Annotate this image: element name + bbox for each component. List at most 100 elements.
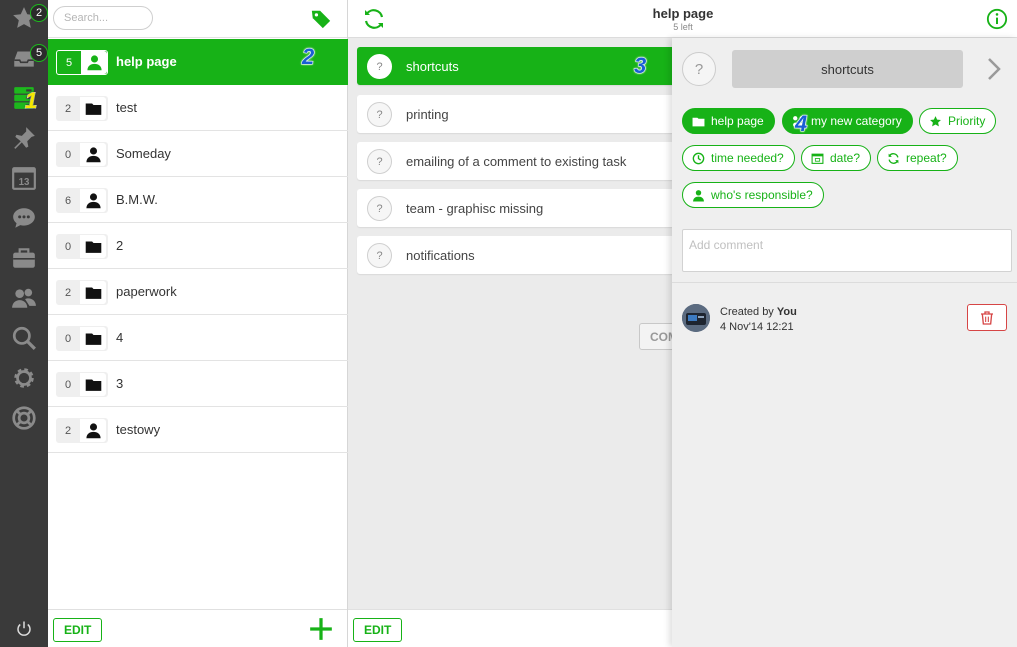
project-count: 2 [56, 418, 108, 443]
priority-chip[interactable]: Priority [919, 108, 997, 134]
briefcase-icon[interactable] [8, 242, 40, 274]
calendar-icon [811, 153, 824, 164]
date-chip[interactable]: date? [801, 145, 872, 171]
task-status-icon[interactable]: ? [367, 54, 392, 79]
project-item-test[interactable]: 2 test [48, 85, 348, 131]
chat-icon[interactable] [8, 202, 40, 234]
project-chip[interactable]: help page [682, 108, 775, 134]
task-item-shortcuts[interactable]: ? shortcuts [357, 47, 677, 85]
task-item-team-graphisc[interactable]: ? team - graphisc missing [357, 189, 677, 227]
task-item-printing[interactable]: ? printing [357, 95, 677, 133]
project-count: 0 [56, 372, 108, 397]
callout-3: 3 [633, 53, 647, 78]
task-status-icon[interactable]: ? [367, 243, 392, 268]
project-name: testowy [116, 422, 161, 437]
project-name: 3 [116, 376, 124, 391]
project-item-3[interactable]: 0 3 [48, 361, 348, 407]
callout-2: 2 [301, 44, 315, 69]
pin-icon[interactable] [8, 122, 40, 154]
folder-icon [80, 97, 106, 120]
task-status-icon[interactable]: ? [682, 52, 716, 86]
nav-rail: 2 5 1 13 [0, 0, 48, 647]
inbox-icon[interactable]: 5 [8, 42, 48, 74]
starred-icon[interactable]: 2 [8, 2, 48, 34]
projects-header [48, 0, 347, 38]
task-name: notifications [406, 247, 475, 263]
project-count: 2 [56, 96, 108, 121]
project-name: Someday [116, 146, 171, 161]
star-icon [930, 115, 941, 126]
task-name: shortcuts [406, 58, 459, 74]
callout-1: 1 [24, 88, 38, 113]
clock-icon [692, 152, 705, 164]
folder-icon [80, 281, 106, 304]
project-name: 2 [116, 238, 124, 253]
project-count: 6 [56, 188, 108, 213]
project-item-4[interactable]: 0 4 [48, 315, 348, 361]
refresh-icon[interactable] [362, 7, 386, 31]
project-count: 0 [56, 326, 108, 351]
gear-icon[interactable] [8, 362, 40, 394]
person-icon [80, 189, 106, 212]
search-icon[interactable] [8, 322, 40, 354]
task-status-icon[interactable]: ? [367, 149, 392, 174]
tasks-left-count: 5 left [673, 22, 693, 32]
created-date: 4 Nov'14 12:21 [720, 321, 794, 333]
page-title: help page [652, 6, 714, 21]
project-name: test [116, 100, 137, 115]
task-item-notifications[interactable]: ? notifications [357, 236, 677, 274]
responsible-chip[interactable]: who's responsible? [682, 182, 824, 208]
repeat-chip[interactable]: repeat? [877, 145, 958, 171]
calendar-day: 13 [19, 177, 30, 188]
folder-icon [80, 327, 106, 350]
projects-footer: EDIT [48, 609, 347, 647]
project-name: help page [116, 54, 177, 69]
project-item-testowy[interactable]: 2 testowy [48, 407, 348, 453]
project-count: 0 [56, 234, 108, 259]
folder-icon [80, 373, 106, 396]
users-icon[interactable] [8, 282, 40, 314]
person-icon [693, 189, 704, 201]
created-info: Created by You 4 Nov'14 12:21 [720, 306, 797, 333]
task-detail-panel: ? shortcuts help page my new category 4 … [672, 38, 1017, 647]
starred-badge: 2 [30, 4, 48, 22]
project-name: 4 [116, 330, 124, 345]
chevron-right-icon[interactable] [984, 56, 1004, 82]
projects-panel: 5 help page 2 2 test 0 Someday 6 B.M.W. … [48, 0, 348, 647]
projects-edit-button[interactable]: EDIT [53, 618, 103, 642]
help-lifebuoy-icon[interactable] [8, 402, 40, 434]
project-item-someday[interactable]: 0 Someday [48, 131, 348, 177]
task-status-icon[interactable]: ? [367, 196, 392, 221]
info-icon[interactable] [986, 8, 1008, 30]
search-input[interactable] [53, 6, 153, 30]
task-name: team - graphisc missing [406, 200, 544, 216]
calendar-icon[interactable]: 13 [8, 162, 40, 194]
page-title-block: help page 5 left [598, 6, 768, 32]
tag-icon[interactable] [310, 8, 332, 30]
project-count: 2 [56, 280, 108, 305]
project-item-2[interactable]: 0 2 [48, 223, 348, 269]
comment-input[interactable] [682, 229, 1012, 272]
project-count: 0 [56, 142, 108, 167]
project-name: B.M.W. [116, 192, 158, 207]
delete-task-button[interactable] [967, 304, 1007, 331]
task-name: printing [406, 106, 449, 122]
person-icon [80, 419, 106, 442]
add-project-icon[interactable] [308, 616, 334, 642]
task-title[interactable]: shortcuts [732, 50, 963, 88]
project-name: paperwork [116, 284, 177, 299]
project-count: 5 [56, 50, 108, 75]
task-status-icon[interactable]: ? [367, 102, 392, 127]
project-item-paperwork[interactable]: 2 paperwork [48, 269, 348, 315]
power-icon[interactable] [8, 613, 40, 645]
callout-4: 4 [794, 111, 808, 136]
inbox-badge: 5 [30, 44, 48, 62]
tasks-edit-button[interactable]: EDIT [353, 618, 403, 642]
top-bar: help page 5 left [348, 0, 1017, 38]
person-icon [80, 143, 106, 166]
repeat-icon [888, 152, 899, 164]
time-needed-chip[interactable]: time needed? [682, 145, 795, 171]
project-item-bmw[interactable]: 6 B.M.W. [48, 177, 348, 223]
task-item-emailing[interactable]: ? emailing of a comment to existing task [357, 142, 677, 180]
avatar [682, 304, 710, 332]
